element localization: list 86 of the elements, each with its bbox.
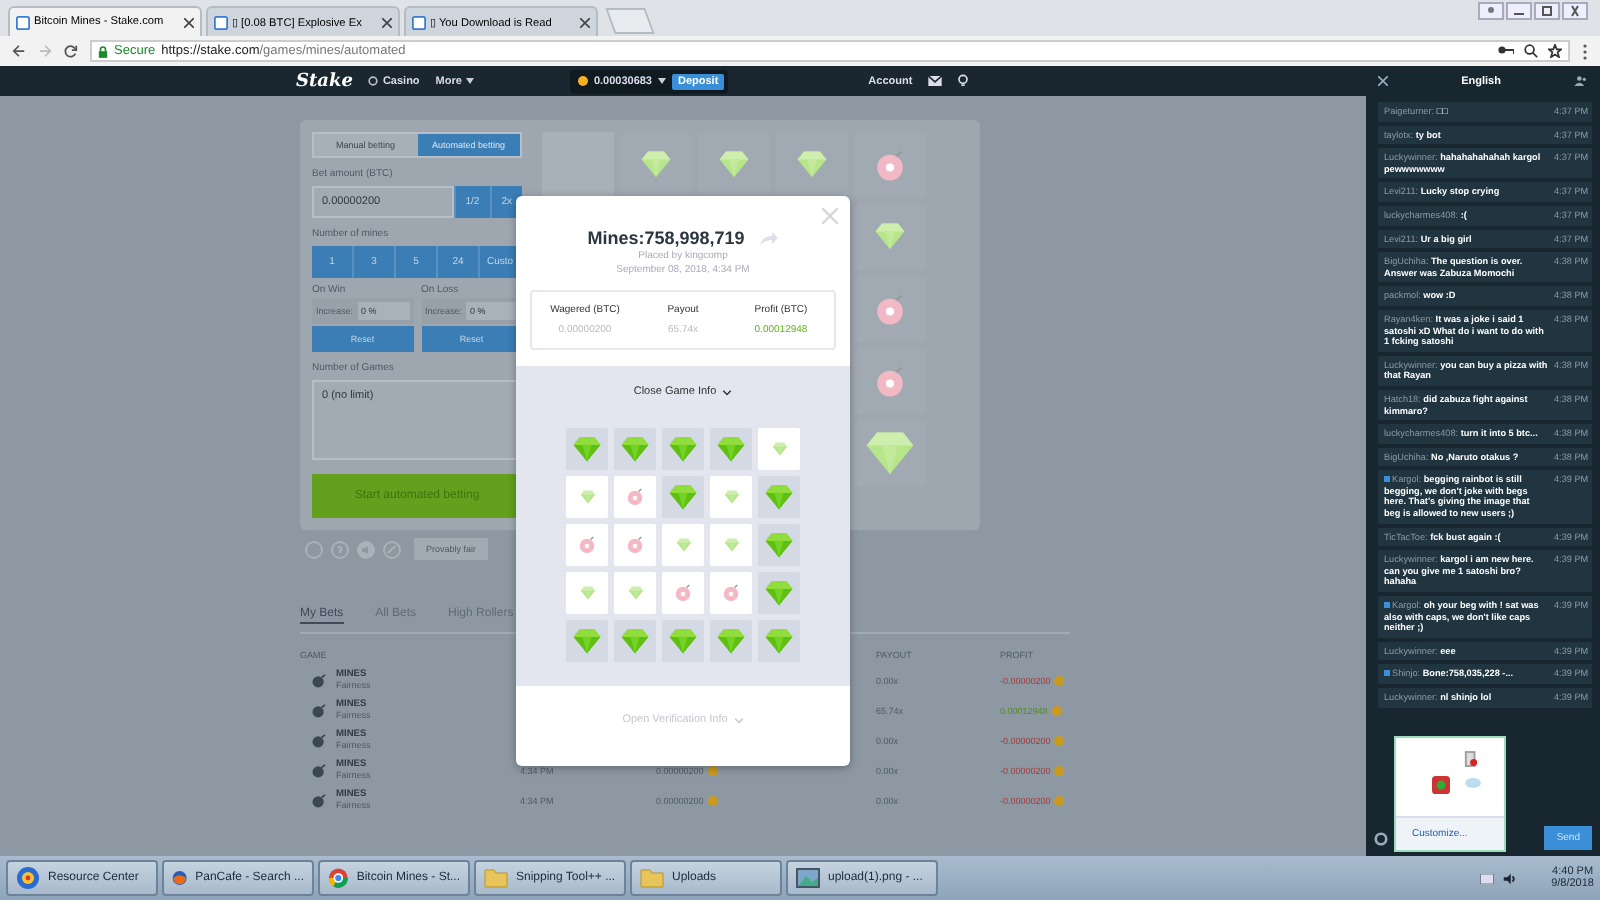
speaker-icon[interactable] bbox=[1501, 871, 1516, 885]
gem-icon bbox=[764, 627, 794, 655]
bomb-icon bbox=[312, 703, 326, 717]
bomb-icon bbox=[312, 763, 326, 777]
menu-icon[interactable] bbox=[1582, 43, 1588, 59]
mine-icon bbox=[874, 293, 906, 325]
page-icon bbox=[214, 15, 228, 29]
close-icon[interactable] bbox=[382, 17, 392, 27]
caret-icon bbox=[465, 78, 474, 84]
user-icon[interactable] bbox=[1478, 2, 1504, 20]
bomb-icon bbox=[312, 793, 326, 807]
battery-icon[interactable] bbox=[1464, 750, 1478, 768]
globe-icon bbox=[16, 866, 40, 890]
gem-icon bbox=[668, 627, 698, 655]
board-tile[interactable] bbox=[542, 132, 614, 198]
key-icon[interactable] bbox=[1498, 44, 1514, 56]
browser-icon bbox=[172, 866, 188, 890]
close-icon[interactable] bbox=[1562, 2, 1588, 20]
gem-icon bbox=[640, 150, 672, 180]
browser-icon bbox=[328, 866, 349, 890]
caret-icon bbox=[658, 78, 666, 84]
mine-icon bbox=[626, 536, 644, 554]
app-tray-icon[interactable] bbox=[1432, 776, 1450, 794]
gem-icon bbox=[627, 585, 643, 601]
coin-icon bbox=[1054, 675, 1065, 685]
gem-icon bbox=[723, 489, 739, 505]
gem-icon bbox=[675, 537, 691, 553]
gem-icon bbox=[864, 429, 916, 477]
page-icon bbox=[16, 15, 30, 29]
chevron-icon bbox=[733, 717, 744, 723]
gem-icon bbox=[796, 150, 828, 180]
mine-icon bbox=[674, 584, 692, 602]
gem-icon bbox=[620, 627, 650, 655]
gem-icon bbox=[764, 531, 794, 559]
mine-icon bbox=[626, 488, 644, 506]
gem-icon bbox=[620, 435, 650, 463]
gem-icon bbox=[572, 435, 602, 463]
gem-icon bbox=[572, 627, 602, 655]
close-icon[interactable] bbox=[184, 17, 194, 27]
tray-arrow-icon[interactable] bbox=[1479, 873, 1494, 883]
coin-icon bbox=[577, 76, 588, 86]
bomb-icon bbox=[312, 673, 326, 687]
reload-icon[interactable] bbox=[64, 44, 78, 58]
bet-title: Mines:758,998,719 bbox=[587, 228, 745, 248]
gem-icon bbox=[716, 435, 746, 463]
coin-icon bbox=[1054, 765, 1065, 775]
gem-icon bbox=[874, 222, 906, 252]
folder-icon bbox=[640, 866, 664, 890]
minimize-icon[interactable] bbox=[1506, 2, 1532, 20]
close-icon[interactable] bbox=[1378, 76, 1388, 86]
settings-icon[interactable] bbox=[1374, 831, 1388, 845]
gem-icon bbox=[716, 627, 746, 655]
star-icon[interactable] bbox=[1548, 44, 1562, 58]
bomb-icon bbox=[312, 733, 326, 747]
gem-icon bbox=[668, 483, 698, 511]
folder-icon bbox=[484, 866, 508, 890]
page-icon bbox=[412, 15, 426, 29]
envelope-icon[interactable] bbox=[928, 76, 943, 86]
users-icon[interactable] bbox=[1574, 76, 1588, 86]
casino-chip-icon bbox=[368, 76, 379, 86]
lightbulb-icon[interactable] bbox=[958, 74, 969, 88]
gem-icon bbox=[771, 441, 787, 457]
mine-icon bbox=[874, 365, 906, 397]
mine-icon bbox=[722, 584, 740, 602]
gem-icon bbox=[764, 579, 794, 607]
lock-icon bbox=[98, 45, 108, 57]
stake-logo[interactable]: Stake bbox=[296, 71, 353, 91]
mine-icon bbox=[874, 149, 906, 181]
zoom-icon[interactable] bbox=[1524, 44, 1538, 58]
gem-icon bbox=[718, 150, 750, 180]
mine-icon bbox=[578, 536, 596, 554]
coin-icon bbox=[1054, 795, 1065, 805]
coin-icon bbox=[1051, 705, 1062, 715]
image-icon bbox=[796, 866, 820, 890]
coin-icon bbox=[707, 795, 718, 805]
gem-icon bbox=[764, 483, 794, 511]
restore-icon[interactable] bbox=[1534, 2, 1560, 20]
close-icon[interactable] bbox=[580, 17, 590, 27]
gem-icon bbox=[723, 537, 739, 553]
gem-icon bbox=[668, 435, 698, 463]
coin-icon bbox=[707, 765, 718, 775]
coin-icon bbox=[1054, 735, 1065, 745]
gem-icon bbox=[579, 585, 595, 601]
gem-icon bbox=[579, 489, 595, 505]
chevron-icon bbox=[722, 389, 733, 395]
back-icon[interactable] bbox=[12, 44, 26, 58]
